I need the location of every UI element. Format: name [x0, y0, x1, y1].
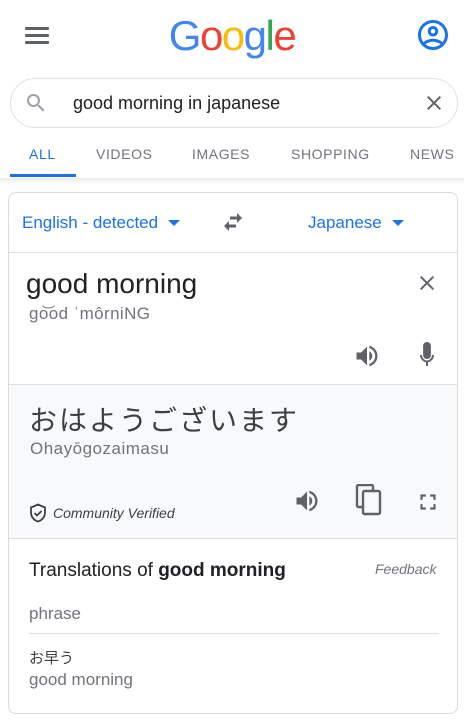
logo-letter: e [273, 12, 296, 59]
shield-check-icon [30, 503, 46, 523]
target-language-selector[interactable]: Japanese [308, 213, 404, 233]
active-tab-indicator [10, 174, 76, 177]
logo-letter: o [221, 12, 245, 59]
language-selector-row: English - detected Japanese [9, 193, 457, 253]
tab-images[interactable]: IMAGES [192, 146, 250, 162]
source-pronunciation: go͝od ˈmôrniNG [29, 304, 151, 323]
speaker-icon[interactable] [353, 342, 381, 370]
tab-shopping[interactable]: SHOPPING [291, 146, 370, 162]
microphone-icon[interactable] [415, 341, 439, 371]
tab-videos[interactable]: VIDEOS [96, 146, 153, 162]
chevron-down-icon [391, 219, 404, 226]
translations-heading-term: good morning [158, 560, 286, 581]
target-text-area: おはようございます Ohayōgozaimasu Community Verif… [9, 385, 457, 539]
account-circle-icon[interactable] [415, 17, 451, 53]
logo-letter: g [243, 12, 267, 59]
tab-news[interactable]: NEWS [410, 146, 454, 162]
search-tabs: ALL VIDEOS IMAGES SHOPPING NEWS [0, 140, 464, 180]
translated-text: おはようございます [29, 405, 300, 436]
close-icon[interactable] [415, 271, 439, 295]
translations-heading: Translations of good morning [29, 560, 286, 582]
logo-letter: o [199, 12, 223, 59]
search-bar[interactable] [10, 78, 458, 128]
translation-entry-word[interactable]: お早う [29, 647, 74, 668]
tabs-shadow [0, 178, 464, 184]
verified-label: Community Verified [53, 505, 175, 521]
feedback-link[interactable]: Feedback [375, 561, 436, 577]
header: Google [0, 0, 464, 76]
search-icon[interactable] [24, 91, 48, 115]
logo-letter: G [168, 12, 202, 59]
fullscreen-icon[interactable] [415, 489, 441, 515]
chevron-down-icon [168, 219, 181, 226]
part-of-speech-label: phrase [29, 604, 81, 623]
copy-icon[interactable] [355, 484, 383, 516]
translation-entry-meaning: good morning [29, 670, 133, 689]
source-text-area[interactable]: good morning go͝od ˈmôrniNG [9, 254, 457, 385]
source-text[interactable]: good morning [26, 268, 197, 300]
source-language-selector[interactable]: English - detected [22, 213, 181, 233]
target-language-label: Japanese [308, 213, 382, 232]
swap-languages-icon[interactable] [219, 210, 247, 234]
source-language-label: English - detected [22, 213, 159, 232]
close-icon[interactable] [422, 91, 446, 115]
speaker-icon[interactable] [293, 487, 321, 515]
divider [29, 633, 439, 634]
translations-heading-prefix: Translations of [29, 560, 159, 581]
search-input[interactable] [73, 88, 403, 118]
translated-romanization: Ohayōgozaimasu [30, 439, 170, 458]
tab-all[interactable]: ALL [29, 146, 56, 162]
google-logo[interactable]: Google [0, 12, 464, 60]
translate-card: English - detected Japanese good morning… [8, 192, 458, 714]
